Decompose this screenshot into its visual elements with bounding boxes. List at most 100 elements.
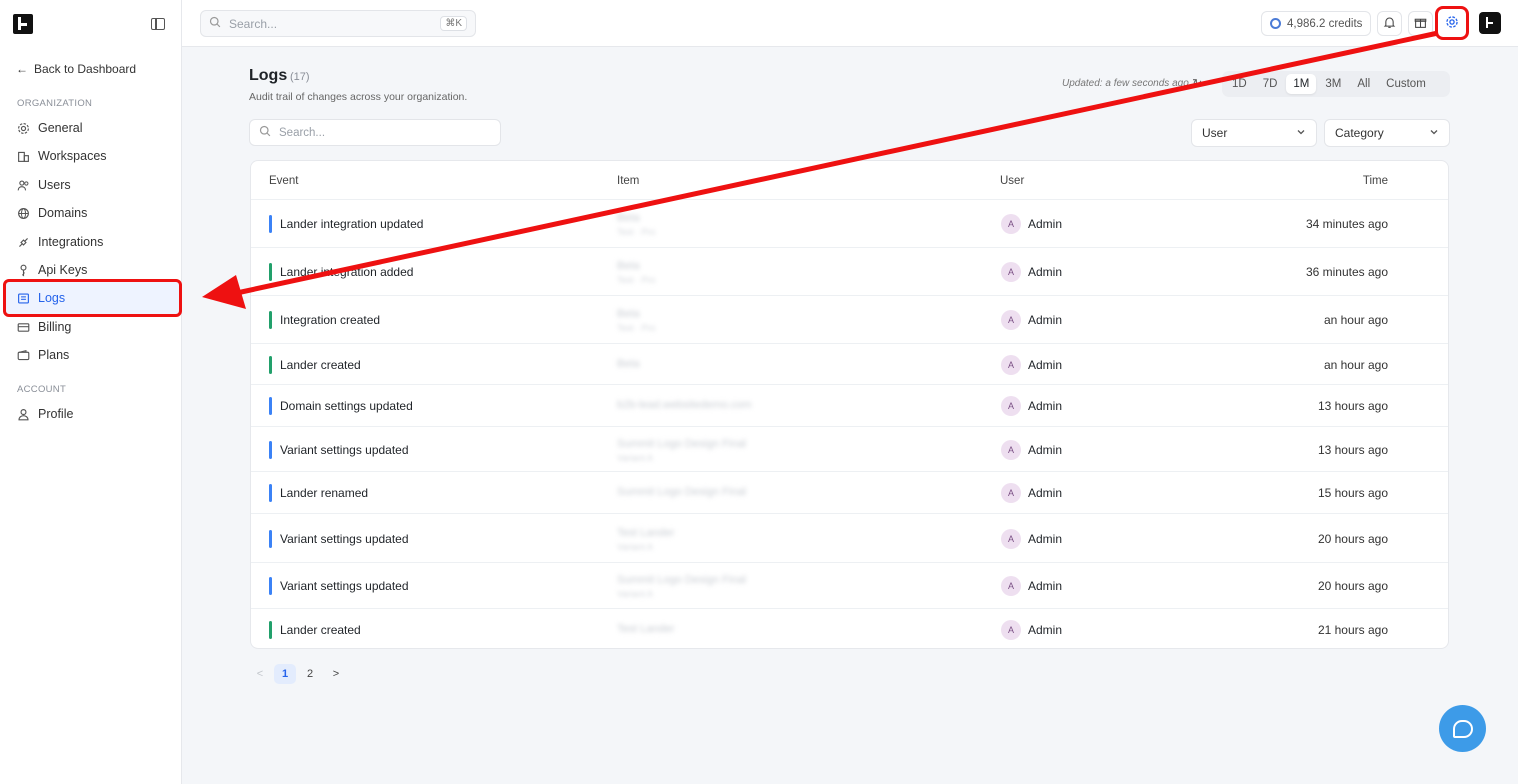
credits-badge[interactable]: 4,986.2 credits — [1261, 11, 1372, 36]
table-row[interactable]: Integration created Beta Test · Pro A Admin a… — [251, 295, 1448, 343]
sidebar-item-plans[interactable]: Plans — [6, 341, 180, 369]
sidebar-item-integrations[interactable]: Integrations — [6, 228, 180, 256]
globe-icon — [16, 206, 30, 220]
header-time: Time — [1362, 175, 1388, 187]
logs-table: Event Item User Time Lander integration … — [250, 160, 1449, 649]
sidebar-item-users[interactable]: Users — [6, 171, 180, 199]
table-row[interactable]: Lander integration updated Beta Test · Pro… — [251, 199, 1448, 247]
sidebar-item-label: Billing — [38, 320, 72, 334]
event-time: 34 minutes ago — [1305, 217, 1388, 231]
category-filter-select[interactable]: Category — [1324, 119, 1450, 147]
gift-icon — [1414, 16, 1427, 32]
avatar: A — [1001, 620, 1021, 640]
event-indicator — [269, 529, 272, 548]
avatar: A — [1001, 576, 1021, 596]
event-indicator — [269, 263, 272, 281]
table-row[interactable]: Lander integration added Beta Test · Pro A A… — [251, 247, 1448, 295]
event-time: an hour ago — [1323, 357, 1388, 372]
table-row[interactable]: Lander created Test Lander A Admin 21 hours … — [251, 608, 1448, 648]
range-3m[interactable]: 3M — [1318, 74, 1348, 94]
sidebar-item-billing[interactable]: Billing — [6, 313, 180, 341]
user-filter-label: User — [1202, 126, 1228, 140]
next-page-button[interactable]: > — [325, 664, 347, 684]
range-all[interactable]: All — [1350, 74, 1377, 94]
user-name: Admin — [1028, 579, 1063, 593]
workspace-logo-icon[interactable] — [1479, 12, 1501, 34]
sidebar-item-logs[interactable]: Logs — [3, 279, 182, 317]
avatar: A — [1001, 528, 1021, 549]
user-name: Admin — [1028, 442, 1063, 457]
user-filter-select[interactable]: User — [1191, 119, 1317, 147]
wallet-icon — [16, 348, 30, 362]
table-row[interactable]: Lander created Beta A Admin an hour ago — [251, 343, 1448, 384]
item-subtext: Test · Pro — [617, 227, 656, 237]
avatar: A — [1001, 310, 1021, 330]
sidebar-toggle-icon[interactable] — [151, 17, 165, 30]
item-name: Beta — [617, 260, 640, 272]
account-section-label: ACCOUNT — [17, 384, 67, 395]
event-name: Variant settings updated — [280, 531, 409, 546]
notifications-button[interactable] — [1377, 11, 1402, 36]
sidebar-item-label: Integrations — [38, 235, 104, 249]
avatar: A — [1001, 439, 1021, 460]
back-to-dashboard-link[interactable]: ← Back to Dashboard — [16, 62, 136, 76]
prev-page-button[interactable]: < — [249, 664, 271, 684]
header-event: Event — [269, 175, 299, 187]
event-name: Lander created — [280, 357, 361, 372]
event-time: 20 hours ago — [1317, 579, 1388, 593]
building-icon — [16, 149, 30, 163]
item-subtext: Test · Pro — [617, 275, 656, 285]
item-name: Summit Logo Design Final — [617, 437, 747, 450]
bell-icon — [1383, 16, 1396, 32]
event-time: 20 hours ago — [1317, 531, 1388, 546]
event-indicator — [269, 397, 272, 415]
settings-button[interactable] — [1435, 6, 1469, 40]
help-chat-button[interactable] — [1439, 705, 1486, 752]
event-time: 13 hours ago — [1317, 399, 1388, 413]
sidebar: ← Back to Dashboard ORGANIZATION General… — [0, 0, 182, 784]
range-7d[interactable]: 7D — [1256, 74, 1285, 94]
global-search-input[interactable]: Search... ⌘K — [200, 10, 476, 37]
sidebar-item-general[interactable]: General — [6, 114, 180, 142]
chevron-down-icon — [1296, 126, 1306, 140]
event-name: Variant settings updated — [280, 442, 409, 457]
item-subtext: Test · Pro — [617, 323, 656, 333]
page-2-button[interactable]: 2 — [299, 664, 321, 684]
table-row[interactable]: Lander renamed Summit Logo Design Final A A… — [251, 471, 1448, 513]
refresh-icon[interactable]: ↻ — [1192, 76, 1203, 92]
credits-value: 4,986.2 credits — [1287, 17, 1363, 30]
sidebar-header — [0, 0, 181, 47]
event-indicator — [269, 484, 272, 502]
updated-status: Updated: a few seconds ago — [1062, 78, 1189, 89]
user-icon — [16, 407, 30, 421]
event-name: Variant settings updated — [280, 579, 409, 593]
avatar: A — [1001, 396, 1021, 416]
table-row[interactable]: Variant settings updated Summit Logo Desi… — [251, 562, 1448, 608]
sidebar-item-domains[interactable]: Domains — [6, 199, 180, 227]
logs-search-input[interactable]: Search... — [249, 119, 501, 146]
event-time: 21 hours ago — [1317, 623, 1388, 637]
table-row[interactable]: Variant settings updated Summit Logo Desi… — [251, 426, 1448, 471]
global-search-placeholder: Search... — [229, 16, 278, 31]
sidebar-item-profile[interactable]: Profile — [6, 400, 180, 428]
range-1m[interactable]: 1M — [1286, 74, 1317, 94]
range-custom[interactable]: Custom — [1379, 74, 1433, 94]
users-icon — [16, 178, 30, 192]
item-name: Summit Logo Design Final — [617, 574, 747, 586]
gift-button[interactable] — [1408, 11, 1433, 36]
item-subtext: Variant A — [617, 452, 653, 463]
table-row[interactable]: Variant settings updated Test Lander Varia… — [251, 513, 1448, 562]
user-name: Admin — [1028, 265, 1063, 279]
avatar: A — [1001, 483, 1021, 503]
app-logo-icon[interactable] — [13, 13, 33, 34]
item-subtext: Variant A — [617, 541, 653, 552]
item-name: Summit Logo Design Final — [617, 486, 747, 498]
search-icon — [209, 16, 221, 31]
event-name: Lander renamed — [280, 486, 369, 500]
event-name: Lander integration updated — [280, 217, 424, 231]
page-1-button[interactable]: 1 — [274, 664, 296, 684]
chat-icon — [1452, 719, 1473, 738]
range-1d[interactable]: 1D — [1225, 74, 1254, 94]
sidebar-item-workspaces[interactable]: Workspaces — [6, 142, 180, 170]
table-row[interactable]: Domain settings updated b2b-lead.websited… — [251, 384, 1448, 426]
